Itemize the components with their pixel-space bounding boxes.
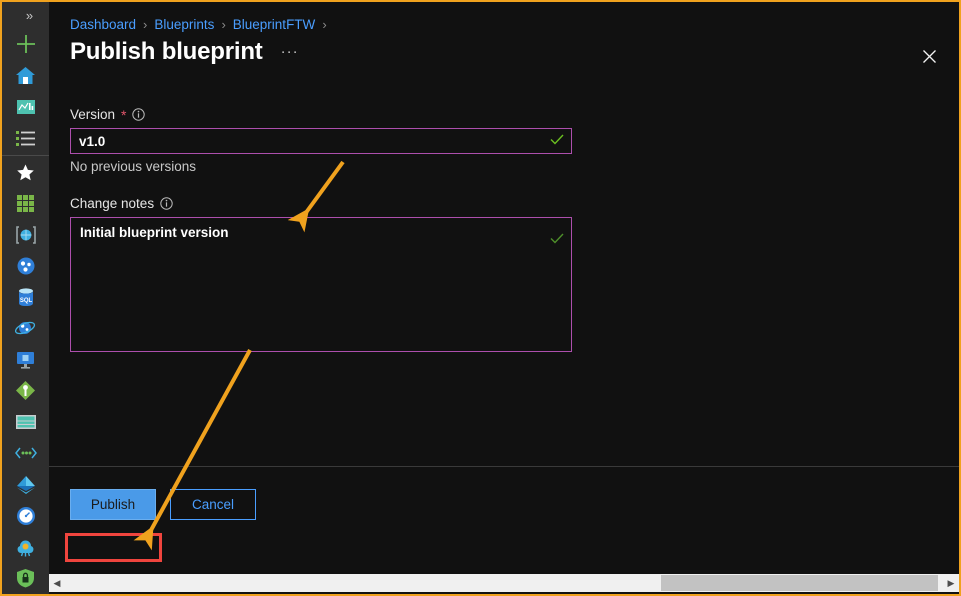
azure-portal-window: » SQL Dashboard › Blueprints › Blueprint… xyxy=(0,0,961,596)
change-notes-value: Initial blueprint version xyxy=(80,225,229,240)
cosmos-db-icon xyxy=(14,322,35,335)
scroll-right-arrow-icon[interactable]: ▶ xyxy=(943,574,959,592)
dashboard-chart-icon xyxy=(16,99,35,114)
publish-button[interactable]: Publish xyxy=(70,489,156,520)
footer-divider xyxy=(49,466,959,467)
svg-text:SQL: SQL xyxy=(19,298,32,304)
publish-form: Version * v1.0 No previous versions Chan… xyxy=(70,107,590,352)
close-icon xyxy=(922,49,936,63)
home-icon xyxy=(16,66,35,84)
breadcrumb-separator: › xyxy=(221,16,226,32)
rail-item-sql-databases[interactable]: SQL xyxy=(2,281,49,312)
cancel-button[interactable]: Cancel xyxy=(170,489,256,520)
change-notes-label-row: Change notes xyxy=(70,196,590,211)
rail-item-home[interactable] xyxy=(2,60,49,91)
version-valid-check-icon xyxy=(550,132,564,150)
rail-item-favorites[interactable] xyxy=(2,156,49,187)
virtual-machine-icon xyxy=(17,351,34,369)
version-input-value: v1.0 xyxy=(79,133,106,149)
rail-item-monitor[interactable] xyxy=(2,500,49,531)
change-notes-info-icon[interactable] xyxy=(160,197,173,210)
rail-item-load-balancers[interactable] xyxy=(2,375,49,406)
rail-item-virtual-networks[interactable] xyxy=(2,438,49,469)
monitor-gauge-icon xyxy=(16,506,35,525)
version-info-icon[interactable] xyxy=(132,108,146,121)
rail-item-azure-active-directory[interactable] xyxy=(2,469,49,500)
version-helper-text: No previous versions xyxy=(70,159,197,174)
grid-icon xyxy=(17,194,34,212)
rail-expand-button[interactable]: » xyxy=(2,2,49,29)
app-service-globe-icon xyxy=(17,257,34,275)
plus-icon xyxy=(16,35,35,54)
rail-divider xyxy=(2,154,49,156)
scroll-left-arrow-icon[interactable]: ◀ xyxy=(49,574,65,592)
change-notes-textarea[interactable]: Initial blueprint version xyxy=(70,217,572,352)
footer-actions: Publish Cancel xyxy=(70,489,256,520)
active-directory-icon xyxy=(16,475,35,494)
page-title: Publish blueprint xyxy=(70,38,263,65)
rail-item-resource-groups[interactable] xyxy=(2,219,49,250)
virtual-network-icon xyxy=(14,447,37,459)
title-row: Publish blueprint ··· xyxy=(70,38,303,66)
required-marker: * xyxy=(121,106,127,123)
breadcrumb: Dashboard › Blueprints › BlueprintFTW › xyxy=(70,14,334,34)
load-balancer-icon xyxy=(16,381,35,401)
rail-item-app-services[interactable] xyxy=(2,250,49,281)
version-label: Version xyxy=(70,107,116,122)
rail-item-all-services[interactable] xyxy=(2,122,49,153)
rail-item-storage-accounts[interactable] xyxy=(2,406,49,437)
horizontal-scrollbar[interactable]: ◀ ▶ xyxy=(49,574,959,592)
left-navigation-rail: » SQL xyxy=(2,2,49,594)
rail-item-all-resources[interactable] xyxy=(2,188,49,219)
breadcrumb-item-blueprints[interactable]: Blueprints xyxy=(154,17,214,32)
version-label-row: Version * xyxy=(70,107,590,122)
version-input[interactable]: v1.0 xyxy=(70,128,572,154)
close-button[interactable] xyxy=(915,42,943,70)
resource-group-icon xyxy=(15,225,36,244)
more-options-button[interactable]: ··· xyxy=(277,44,303,59)
breadcrumb-item-blueprintftw[interactable]: BlueprintFTW xyxy=(233,17,316,32)
scrollbar-track[interactable] xyxy=(65,574,943,592)
advisor-icon xyxy=(17,540,34,557)
rail-item-advisor[interactable] xyxy=(2,531,49,562)
security-shield-icon xyxy=(17,569,34,588)
breadcrumb-separator-trailing: › xyxy=(322,16,327,32)
scrollbar-thumb[interactable] xyxy=(661,575,938,591)
rail-item-create-resource[interactable] xyxy=(2,29,49,60)
rail-item-security-center[interactable] xyxy=(2,563,49,594)
list-icon xyxy=(16,130,35,146)
breadcrumb-item-dashboard[interactable]: Dashboard xyxy=(70,17,136,32)
star-icon xyxy=(17,164,34,180)
rail-item-azure-cosmos-db[interactable] xyxy=(2,313,49,344)
storage-account-icon xyxy=(15,415,36,430)
rail-item-dashboard[interactable] xyxy=(2,91,49,122)
rail-item-virtual-machines[interactable] xyxy=(2,344,49,375)
change-notes-valid-check-icon xyxy=(550,231,564,249)
change-notes-label: Change notes xyxy=(70,196,155,211)
breadcrumb-separator: › xyxy=(143,16,148,32)
publish-blueprint-blade: Dashboard › Blueprints › BlueprintFTW › … xyxy=(49,2,959,594)
sql-database-icon: SQL xyxy=(18,287,33,306)
